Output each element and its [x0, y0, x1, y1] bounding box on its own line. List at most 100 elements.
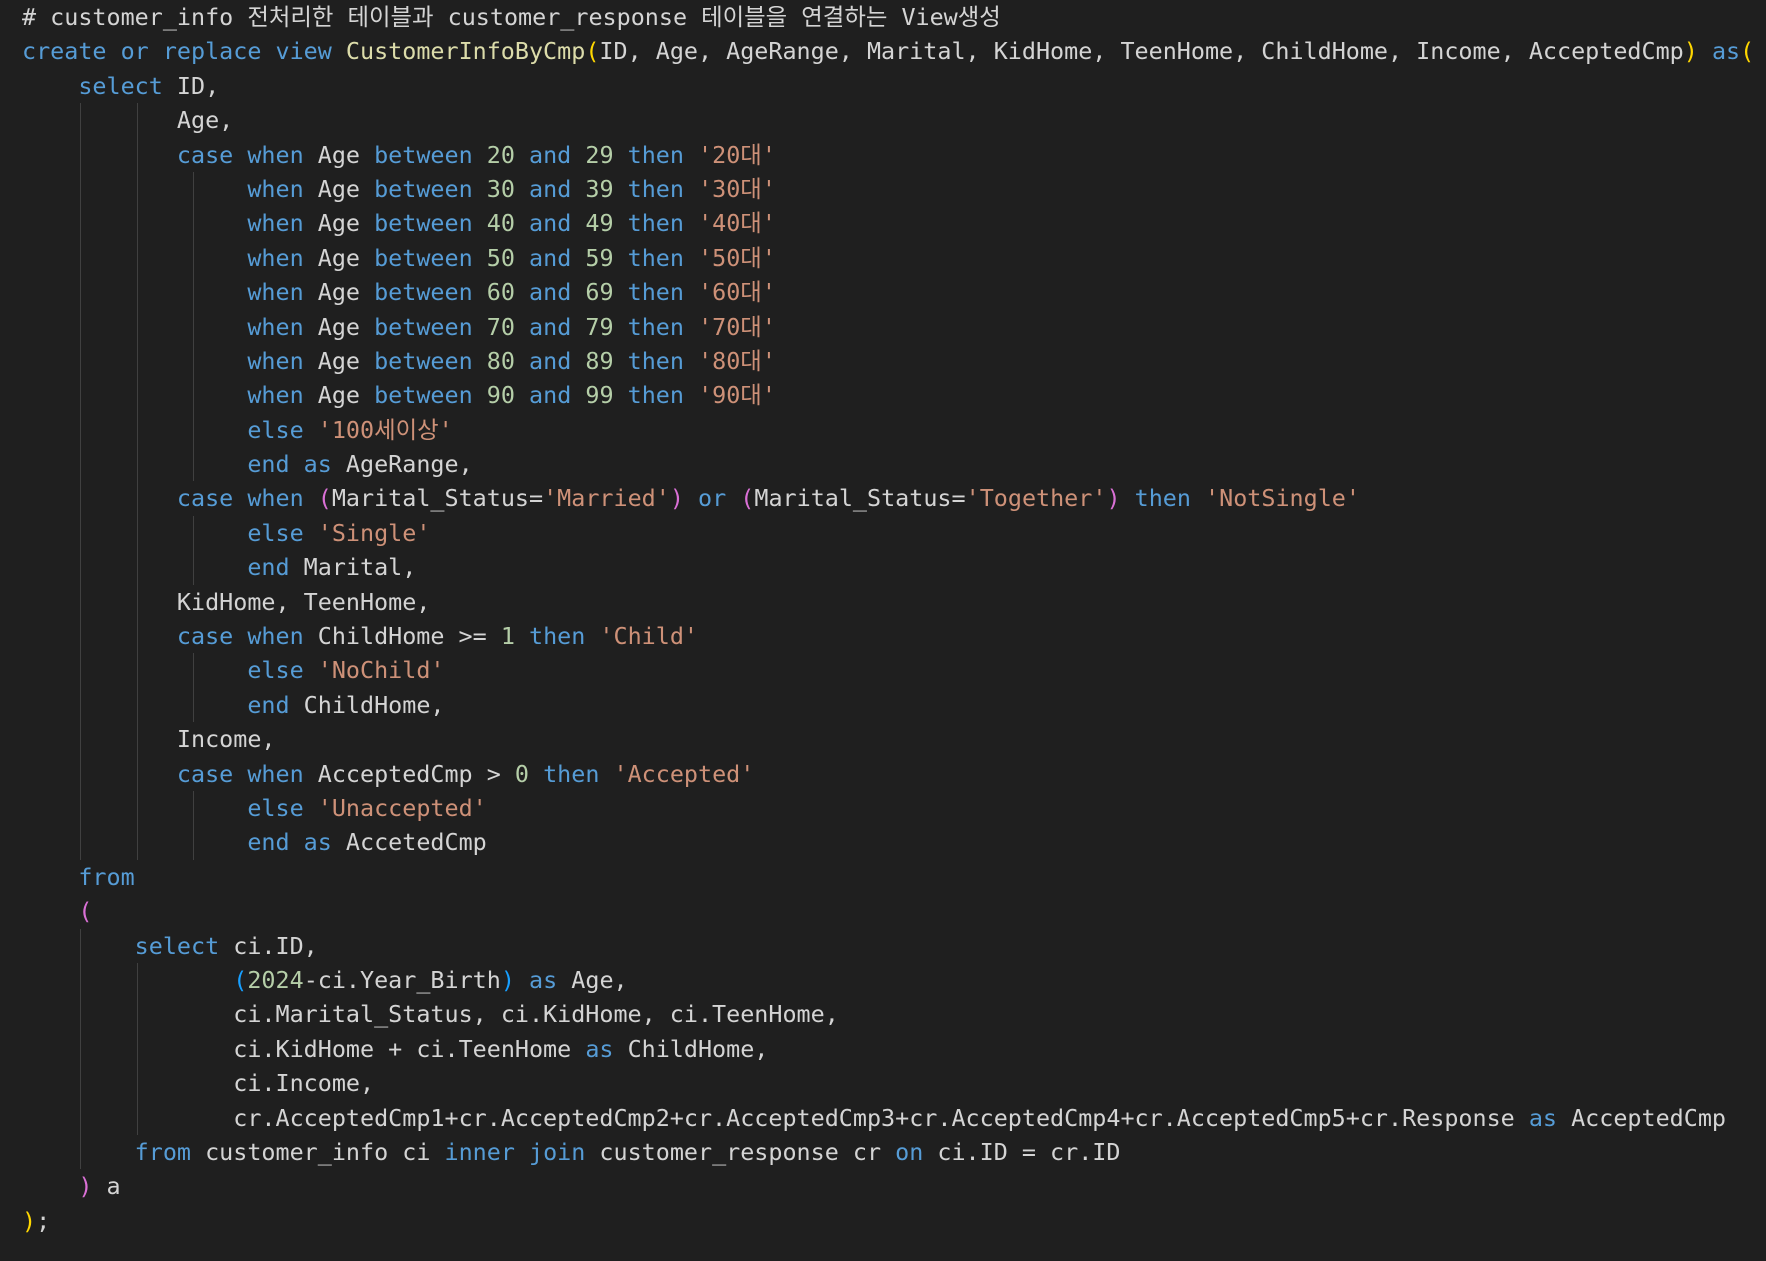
indent-guide	[80, 584, 82, 620]
code-token: else	[247, 518, 318, 547]
code-token: between	[374, 174, 487, 203]
code-token: )	[500, 965, 515, 994]
code-token: from	[134, 1137, 206, 1166]
code-token: ci.KidHome + ci.TeenHome	[233, 1034, 586, 1063]
code-token: 79	[585, 312, 614, 341]
code-token: '80대'	[698, 346, 776, 375]
code-token: ChildHome >=	[317, 622, 501, 651]
indent-guide	[192, 378, 194, 413]
code-token: as	[1528, 1103, 1572, 1132]
code-token: ID, Age, AgeRange, Marital, KidHome, Tee…	[599, 37, 1684, 66]
code-token: as	[585, 1034, 628, 1063]
code-token: 49	[585, 209, 614, 238]
indent-guide	[192, 515, 194, 551]
code-token: Marital_Status=	[754, 484, 966, 513]
code-token: then	[627, 243, 699, 272]
code-token: as	[1711, 37, 1741, 66]
indent-guide	[136, 171, 138, 207]
indent-guide	[80, 1066, 82, 1101]
code-token: and	[529, 209, 586, 238]
code-line: else 'NoChild'	[22, 653, 1766, 688]
code-editor[interactable]: # customer_info 전처리한 테이블과 customer_respo…	[0, 0, 1766, 1261]
code-token: then	[529, 622, 600, 651]
indent-guide	[136, 481, 138, 516]
code-token: a	[92, 1172, 121, 1201]
indent-guide	[80, 309, 82, 344]
indent-guide	[80, 343, 82, 379]
indent-guide	[136, 687, 138, 723]
code-token: then	[627, 381, 699, 410]
code-token: ID,	[176, 71, 220, 100]
code-token: 40	[486, 209, 515, 238]
indent-guide	[80, 378, 82, 413]
code-token: Age	[317, 381, 375, 410]
code-token: and	[529, 346, 586, 375]
code-token: then	[627, 312, 699, 341]
indent-guide	[192, 550, 194, 585]
code-token: from	[78, 862, 135, 891]
code-line: end as AccetedCmp	[22, 825, 1766, 860]
code-line: when Age between 30 and 39 then '30대'	[22, 171, 1766, 207]
indent-guide	[136, 825, 138, 860]
indent-guide	[192, 343, 194, 379]
indent-guide	[136, 275, 138, 310]
code-token: 'NotSingle'	[1205, 484, 1360, 513]
code-token: 99	[585, 381, 614, 410]
code-line: else 'Unaccepted'	[22, 790, 1766, 826]
indent-guide	[192, 275, 194, 310]
code-token: ci.Marital_Status, ci.KidHome, ci.TeenHo…	[233, 1000, 839, 1029]
code-token: then	[543, 759, 614, 788]
code-token: end	[247, 553, 304, 582]
code-token: ;	[36, 1206, 51, 1235]
code-token: 2024	[247, 965, 304, 994]
code-line: end as AgeRange,	[22, 447, 1766, 482]
indent-guide	[80, 275, 82, 310]
code-line: Income,	[22, 722, 1766, 757]
code-token: case when	[176, 759, 318, 788]
code-token: when	[247, 278, 318, 307]
code-line: else 'Single'	[22, 515, 1766, 551]
code-line: from customer_info ci inner join custome…	[22, 1134, 1766, 1170]
indent-guide	[80, 687, 82, 723]
indent-guide	[136, 1066, 138, 1101]
indent-guide	[136, 378, 138, 413]
indent-guide	[80, 515, 82, 551]
code-token: 'Single'	[317, 518, 431, 547]
code-token: cr.AcceptedCmp1+cr.AcceptedCmp2+cr.Accep…	[233, 1103, 1529, 1132]
code-token: ci.ID = cr.ID	[937, 1137, 1121, 1166]
code-token: customer_response cr	[599, 1137, 896, 1166]
code-token: (	[233, 965, 248, 994]
indent-guide	[80, 171, 82, 207]
indent-guide	[192, 171, 194, 207]
indent-guide	[80, 1100, 82, 1135]
code-area[interactable]: # customer_info 전처리한 테이블과 customer_respo…	[22, 0, 1766, 1261]
code-token: (	[1740, 37, 1755, 66]
code-token: (	[740, 484, 755, 513]
code-token: 60	[486, 278, 515, 307]
indent-guide	[136, 137, 138, 172]
code-token: Age	[317, 278, 375, 307]
code-token: Age,	[176, 106, 234, 135]
code-token: between	[374, 243, 487, 272]
